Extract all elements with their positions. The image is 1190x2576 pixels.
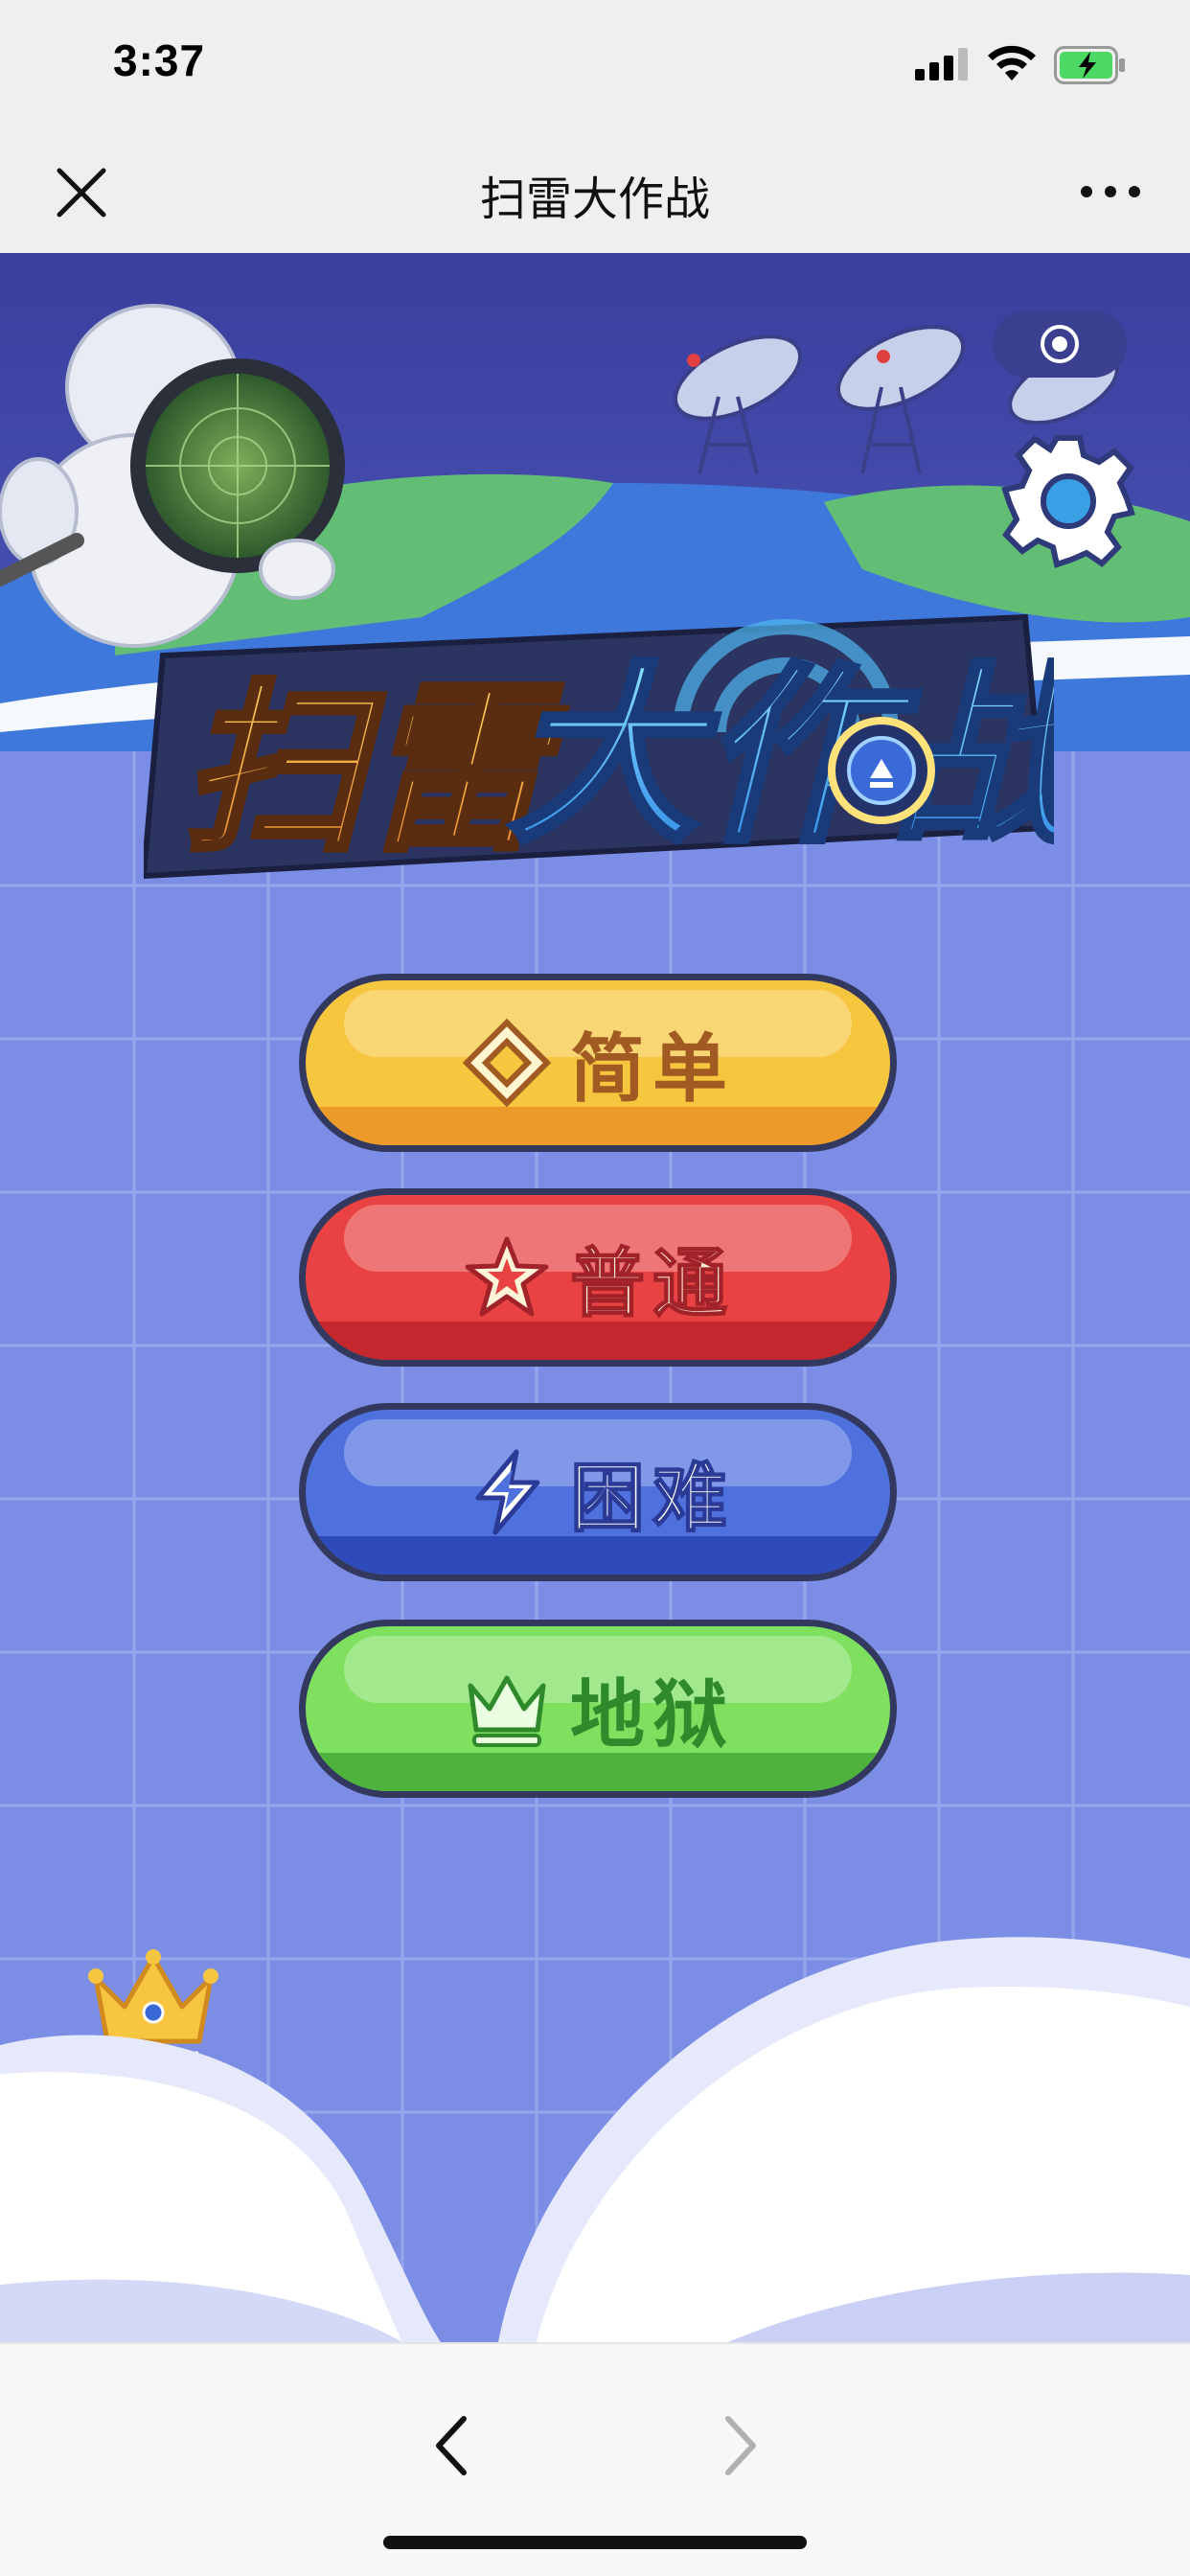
game-logo: 扫雷 大作战 [144,613,1054,880]
home-indicator [383,2536,807,2549]
difficulty-hell-label: 地狱 [569,1672,735,1759]
difficulty-normal-label: 普通 [569,1240,735,1328]
signal-icon [915,48,968,80]
battery-charging-icon [1054,46,1125,84]
status-bar: 3:37 [0,0,1190,134]
difficulty-easy-label: 简单 [569,1026,735,1113]
difficulty-hard-label: 困难 [569,1455,735,1543]
crown-icon [468,1675,546,1747]
star-icon [465,1236,549,1317]
page-title: 扫雷大作战 [479,172,710,226]
difficulty-hard-button[interactable]: 困难 [299,1403,897,1581]
gear-icon[interactable] [996,429,1140,573]
lightning-icon [475,1449,540,1535]
record-icon [1041,325,1079,363]
status-time: 3:37 [113,35,206,85]
nav-bar: 扫雷大作战 [0,134,1190,253]
chevron-left-icon[interactable] [418,2407,485,2484]
wifi-icon [988,45,1036,80]
game-canvas: 扫雷 大作战 简单 普通 困难 地狱 [0,253,1190,2342]
logo-text-part2: 大作战 [508,646,1054,869]
diamond-icon [462,1018,552,1108]
difficulty-normal-button[interactable]: 普通 [299,1188,897,1367]
more-dots-icon[interactable] [1077,172,1144,211]
clouds-decoration [0,1937,1190,2342]
difficulty-hell-button[interactable]: 地狱 [299,1620,897,1798]
chevron-right-icon[interactable] [707,2407,774,2484]
record-button[interactable] [993,310,1127,378]
browser-bottom-bar [0,2342,1190,2576]
difficulty-easy-button[interactable]: 简单 [299,974,897,1152]
